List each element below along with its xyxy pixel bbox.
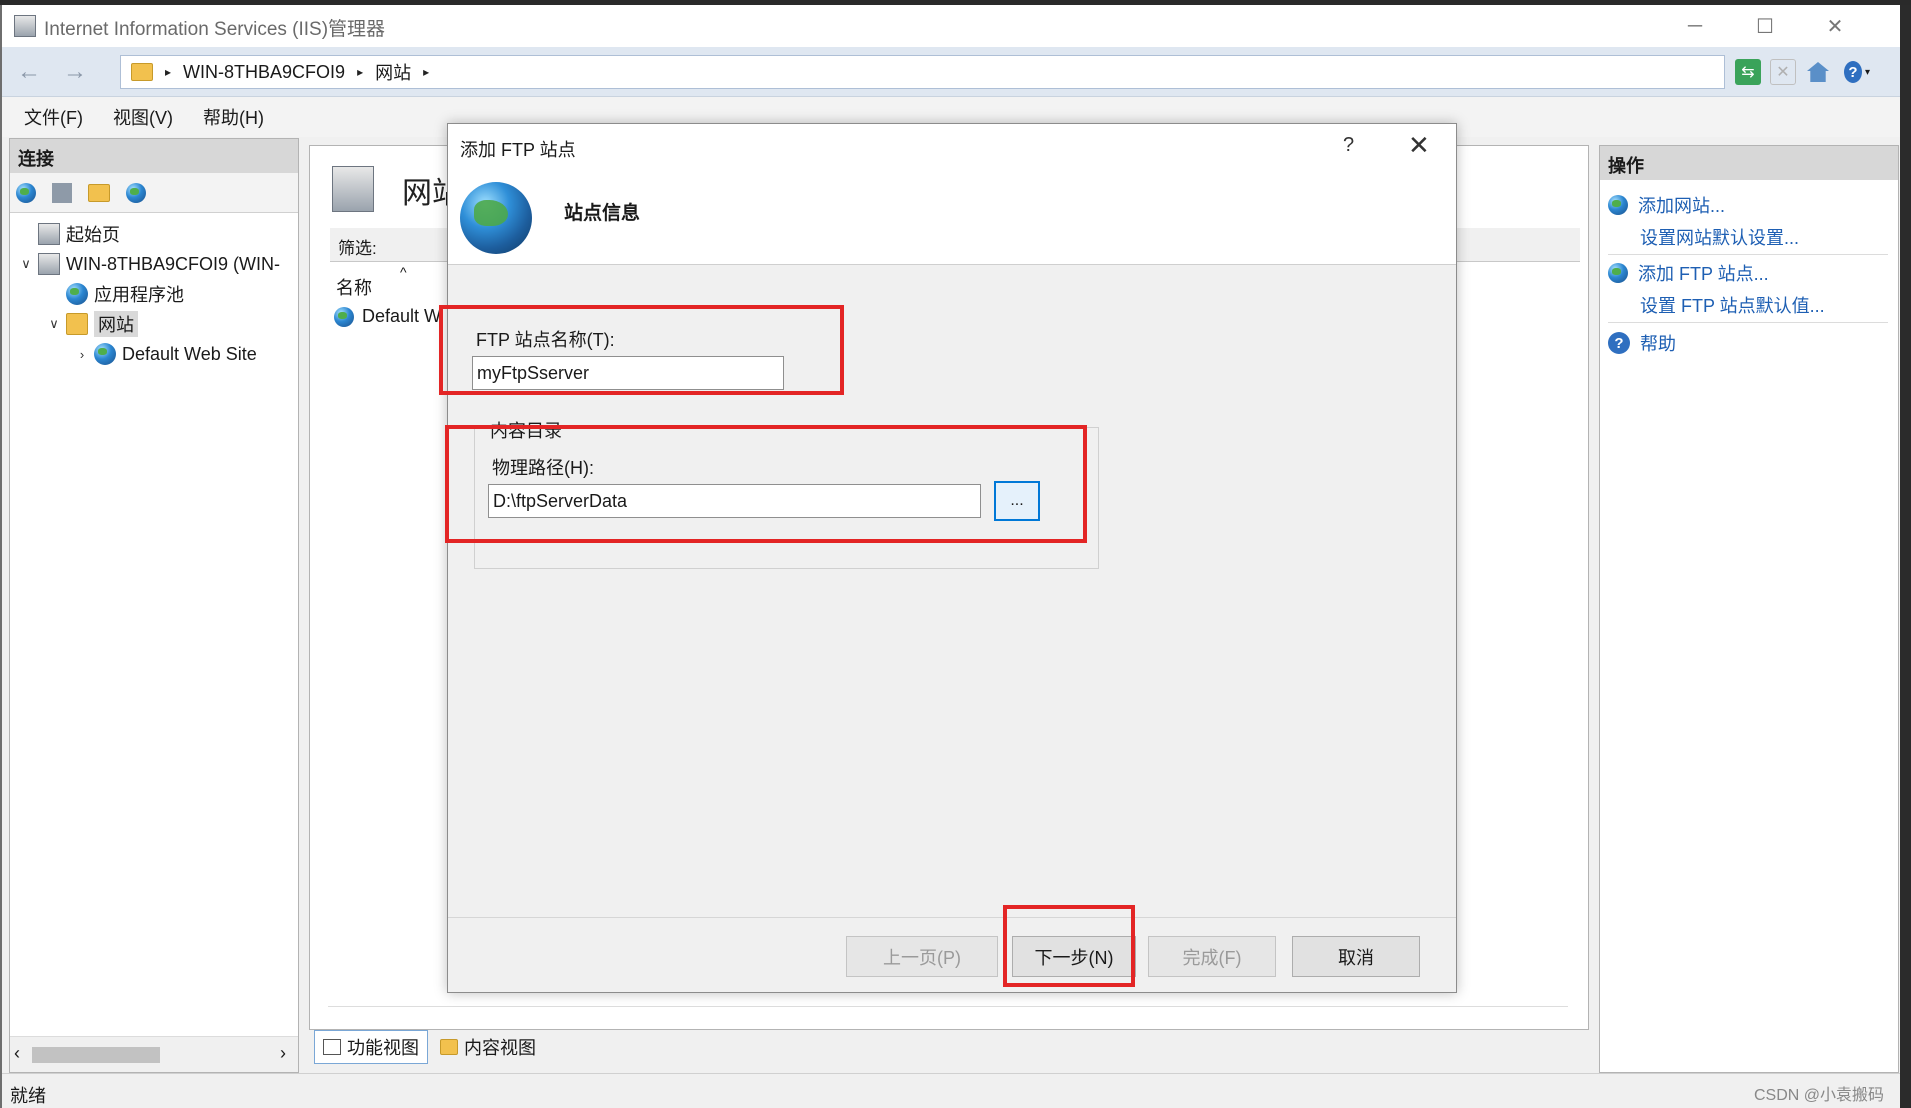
help-icon: ? bbox=[1608, 332, 1630, 354]
globe-add-icon bbox=[1608, 263, 1628, 283]
tree-item-sites[interactable]: ∨ 网站 bbox=[18, 309, 296, 339]
disconnect-icon[interactable] bbox=[126, 182, 146, 203]
table-row[interactable]: Default W bbox=[334, 306, 441, 327]
globe-icon bbox=[334, 306, 354, 327]
previous-button[interactable]: 上一页(P) bbox=[846, 936, 998, 977]
tree-item-default-web-site[interactable]: › Default Web Site bbox=[18, 339, 296, 369]
breadcrumb-separator-icon: ▸ bbox=[357, 65, 364, 79]
close-button[interactable]: ✕ bbox=[1800, 5, 1870, 47]
finish-button[interactable]: 完成(F) bbox=[1148, 936, 1276, 977]
breadcrumb-server[interactable]: WIN-8THBA9CFOI9 bbox=[183, 62, 345, 83]
watermark: CSDN @小袁搬码 bbox=[1754, 1087, 1885, 1104]
actions-separator bbox=[1608, 254, 1888, 255]
horizontal-scrollbar[interactable]: ‹ › bbox=[10, 1036, 298, 1072]
action-add-ftp-site[interactable]: 添加 FTP 站点... bbox=[1608, 260, 1769, 286]
dialog-title: 添加 FTP 站点 bbox=[460, 140, 576, 160]
connections-toolbar bbox=[10, 173, 298, 213]
dialog-footer-divider bbox=[448, 917, 1456, 918]
menu-help[interactable]: 帮助(H) bbox=[203, 104, 264, 130]
save-icon[interactable] bbox=[52, 182, 72, 203]
tab-features-view[interactable]: 功能视图 bbox=[314, 1030, 428, 1064]
globe-add-icon bbox=[1608, 195, 1628, 215]
actions-panel: 操作 添加网站... 设置网站默认设置... 添加 FTP 站点... 设置 F… bbox=[1599, 145, 1899, 1073]
menu-file[interactable]: 文件(F) bbox=[24, 104, 83, 130]
back-button[interactable]: ← bbox=[12, 57, 46, 87]
expand-chevron-icon[interactable]: ∨ bbox=[18, 256, 34, 272]
panel-divider bbox=[328, 1006, 1568, 1026]
connect-icon[interactable] bbox=[16, 182, 36, 203]
dialog-help-button[interactable]: ? bbox=[1343, 134, 1354, 157]
up-folder-icon[interactable] bbox=[88, 183, 110, 202]
sites-header-icon bbox=[332, 166, 374, 212]
globe-icon bbox=[460, 182, 532, 254]
maximize-button[interactable]: ☐ bbox=[1730, 5, 1800, 47]
iis-manager-window: Internet Information Services (IIS)管理器 ─… bbox=[0, 5, 1900, 1108]
start-page-icon bbox=[38, 223, 60, 245]
action-site-defaults[interactable]: 设置网站默认设置... bbox=[1640, 224, 1799, 250]
globe-icon bbox=[94, 343, 116, 365]
status-text: 就绪 bbox=[10, 1086, 46, 1106]
highlight-physical-path bbox=[445, 425, 1087, 543]
status-bar: 就绪 bbox=[2, 1073, 1900, 1108]
filter-label: 筛选: bbox=[338, 239, 377, 258]
dialog-header: 添加 FTP 站点 ? ✕ 站点信息 bbox=[448, 124, 1456, 265]
title-bar: Internet Information Services (IIS)管理器 ─… bbox=[2, 5, 1900, 47]
view-tabs: 功能视图 内容视图 bbox=[314, 1030, 544, 1066]
refresh-icon[interactable]: ⇆ bbox=[1735, 59, 1761, 85]
forward-button[interactable]: → bbox=[58, 57, 92, 87]
server-icon bbox=[38, 253, 60, 275]
scroll-right-icon[interactable]: › bbox=[280, 1043, 286, 1064]
minimize-button[interactable]: ─ bbox=[1660, 5, 1730, 47]
sites-folder-icon bbox=[66, 313, 88, 335]
expand-chevron-icon[interactable]: ∨ bbox=[46, 316, 62, 332]
add-ftp-site-dialog: 添加 FTP 站点 ? ✕ 站点信息 FTP 站点名称(T): myFtpSse… bbox=[447, 123, 1457, 993]
connections-tree: 起始页 ∨ WIN-8THBA9CFOI9 (WIN- 应用程序池 ∨ 网站 ›… bbox=[18, 219, 296, 369]
app-pool-icon bbox=[66, 283, 88, 305]
content-view-icon bbox=[440, 1039, 458, 1055]
scroll-left-icon[interactable]: ‹ bbox=[14, 1043, 20, 1064]
connections-title: 连接 bbox=[10, 139, 298, 173]
actions-title: 操作 bbox=[1600, 146, 1898, 180]
breadcrumb-separator-icon: ▸ bbox=[423, 65, 430, 79]
dialog-heading: 站点信息 bbox=[564, 203, 641, 224]
tree-item-start-page[interactable]: 起始页 bbox=[18, 219, 296, 249]
scrollbar-thumb[interactable] bbox=[32, 1047, 160, 1063]
home-icon[interactable] bbox=[1805, 59, 1831, 85]
action-add-site[interactable]: 添加网站... bbox=[1608, 192, 1725, 218]
actions-separator bbox=[1608, 322, 1888, 323]
action-help[interactable]: ? 帮助 bbox=[1608, 330, 1676, 356]
collapse-chevron-icon[interactable]: › bbox=[74, 347, 90, 362]
sort-arrow-icon: ^ bbox=[400, 264, 407, 280]
breadcrumb-sites[interactable]: 网站 bbox=[375, 59, 411, 85]
tree-item-app-pools[interactable]: 应用程序池 bbox=[18, 279, 296, 309]
cancel-button[interactable]: 取消 bbox=[1292, 936, 1420, 977]
dialog-close-button[interactable]: ✕ bbox=[1408, 130, 1430, 161]
breadcrumb-separator-icon: ▸ bbox=[165, 65, 172, 79]
address-folder-icon bbox=[131, 63, 153, 81]
highlight-site-name bbox=[439, 305, 844, 395]
desktop-edge bbox=[1900, 5, 1911, 1108]
column-header-name[interactable]: 名称 bbox=[336, 274, 372, 300]
tab-content-view[interactable]: 内容视图 bbox=[432, 1030, 544, 1064]
connections-panel: 连接 起始页 ∨ WIN-8THBA9CFOI9 (WIN- 应用程序池 ∨ 网… bbox=[9, 138, 299, 1073]
window-title: Internet Information Services (IIS)管理器 bbox=[44, 19, 386, 40]
action-ftp-defaults[interactable]: 设置 FTP 站点默认值... bbox=[1640, 292, 1825, 318]
address-bar[interactable]: ▸ WIN-8THBA9CFOI9 ▸ 网站 ▸ bbox=[120, 55, 1725, 89]
stop-icon[interactable]: ✕ bbox=[1770, 59, 1796, 85]
tree-item-server[interactable]: ∨ WIN-8THBA9CFOI9 (WIN- bbox=[18, 249, 296, 279]
address-bar-row: ← → ▸ WIN-8THBA9CFOI9 ▸ 网站 ▸ ⇆ ✕ ? ▾ bbox=[2, 47, 1900, 97]
help-dropdown-icon[interactable]: ? ▾ bbox=[1844, 59, 1870, 85]
menu-view[interactable]: 视图(V) bbox=[113, 104, 173, 130]
iis-app-icon bbox=[14, 15, 36, 37]
features-view-icon bbox=[323, 1039, 341, 1055]
highlight-next-button bbox=[1003, 905, 1135, 987]
